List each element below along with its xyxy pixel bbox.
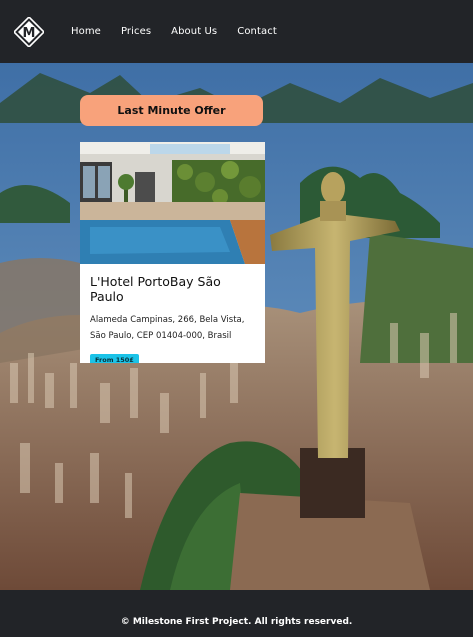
price-badge: From 150£ bbox=[90, 354, 139, 363]
navbar: M Home Prices About Us Contact bbox=[0, 0, 473, 63]
nav-links: Home Prices About Us Contact bbox=[71, 0, 297, 63]
last-minute-offer-banner[interactable]: Last Minute Offer bbox=[80, 95, 263, 126]
footer: © Milestone First Project. All rights re… bbox=[0, 590, 473, 637]
hotel-card[interactable]: L'Hotel PortoBay São Paulo Alameda Campi… bbox=[80, 142, 265, 363]
logo-icon[interactable]: M bbox=[12, 15, 46, 49]
svg-text:M: M bbox=[23, 26, 36, 41]
nav-link-home[interactable]: Home bbox=[71, 26, 101, 37]
nav-link-prices[interactable]: Prices bbox=[121, 26, 151, 37]
hotel-name: L'Hotel PortoBay São Paulo bbox=[90, 274, 221, 304]
nav-link-about-us[interactable]: About Us bbox=[171, 26, 217, 37]
hotel-pool-image bbox=[80, 142, 265, 264]
hotel-address-line2: São Paulo, CEP 01404-000, Brasil bbox=[90, 331, 232, 341]
footer-copyright: © Milestone First Project. All rights re… bbox=[120, 616, 353, 627]
nav-link-contact[interactable]: Contact bbox=[237, 26, 277, 37]
hotel-address-line1: Alameda Campinas, 266, Bela Vista, bbox=[90, 315, 245, 325]
